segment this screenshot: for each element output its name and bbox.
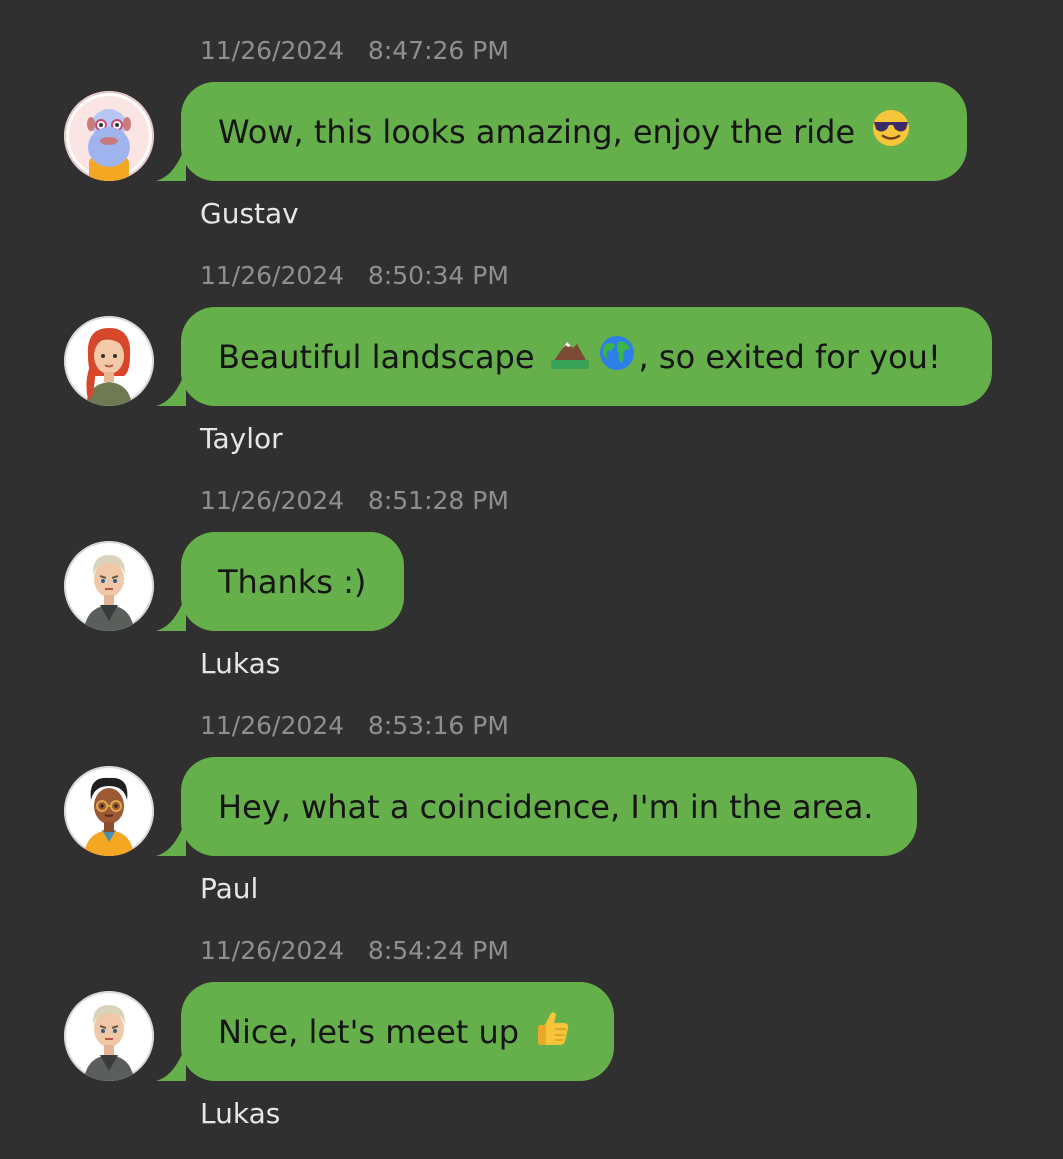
message-text-part: Beautiful landscape: [218, 337, 535, 376]
chat-message: 11/26/2024 8:50:34 PM Beautiful landscap…: [0, 225, 1063, 455]
message-bubble[interactable]: Beautiful landscape , so exited for you!: [181, 307, 992, 406]
thumbs-up-icon: [535, 1009, 571, 1055]
chat-message: 11/26/2024 8:54:24 PM Nice, let's meet u…: [0, 900, 1063, 1130]
message-timestamp: 11/26/2024 8:51:28 PM: [200, 486, 509, 515]
sender-name: Lukas: [200, 1097, 281, 1130]
message-text: Nice, let's meet up: [218, 1012, 520, 1051]
avatar-lukas[interactable]: [64, 991, 154, 1081]
mountain-icon: [550, 336, 589, 378]
message-timestamp: 11/26/2024 8:50:34 PM: [200, 261, 509, 290]
message-timestamp: 11/26/2024 8:53:16 PM: [200, 711, 509, 740]
message-timestamp: 11/26/2024 8:54:24 PM: [200, 936, 509, 965]
message-timestamp: 11/26/2024 8:47:26 PM: [200, 36, 509, 65]
globe-icon: [599, 335, 635, 379]
message-bubble[interactable]: Wow, this looks amazing, enjoy the ride: [181, 82, 967, 181]
avatar-paul[interactable]: [64, 766, 154, 856]
smiling-face-with-sunglasses-icon: [871, 108, 911, 156]
message-bubble[interactable]: Nice, let's meet up: [181, 982, 614, 1081]
message-text: Wow, this looks amazing, enjoy the ride: [218, 112, 856, 151]
avatar-taylor[interactable]: [64, 316, 154, 406]
message-text-part: , so exited for you!: [638, 337, 941, 376]
message-text: Hey, what a coincidence, I'm in the area…: [218, 787, 874, 826]
avatar-lukas[interactable]: [64, 541, 154, 631]
message-bubble[interactable]: Hey, what a coincidence, I'm in the area…: [181, 757, 917, 856]
chat-message: 11/26/2024 8:51:28 PM Thanks :) Lukas: [0, 450, 1063, 680]
chat-thread: 11/26/2024 8:47:26 PM Wow, this looks am…: [0, 0, 1063, 1159]
avatar-gustav[interactable]: [64, 91, 154, 181]
message-text: Thanks :): [218, 562, 367, 601]
chat-message: 11/26/2024 8:47:26 PM Wow, this looks am…: [0, 0, 1063, 230]
message-bubble[interactable]: Thanks :): [181, 532, 404, 631]
chat-message: 11/26/2024 8:53:16 PM Hey, what a coinci…: [0, 675, 1063, 905]
